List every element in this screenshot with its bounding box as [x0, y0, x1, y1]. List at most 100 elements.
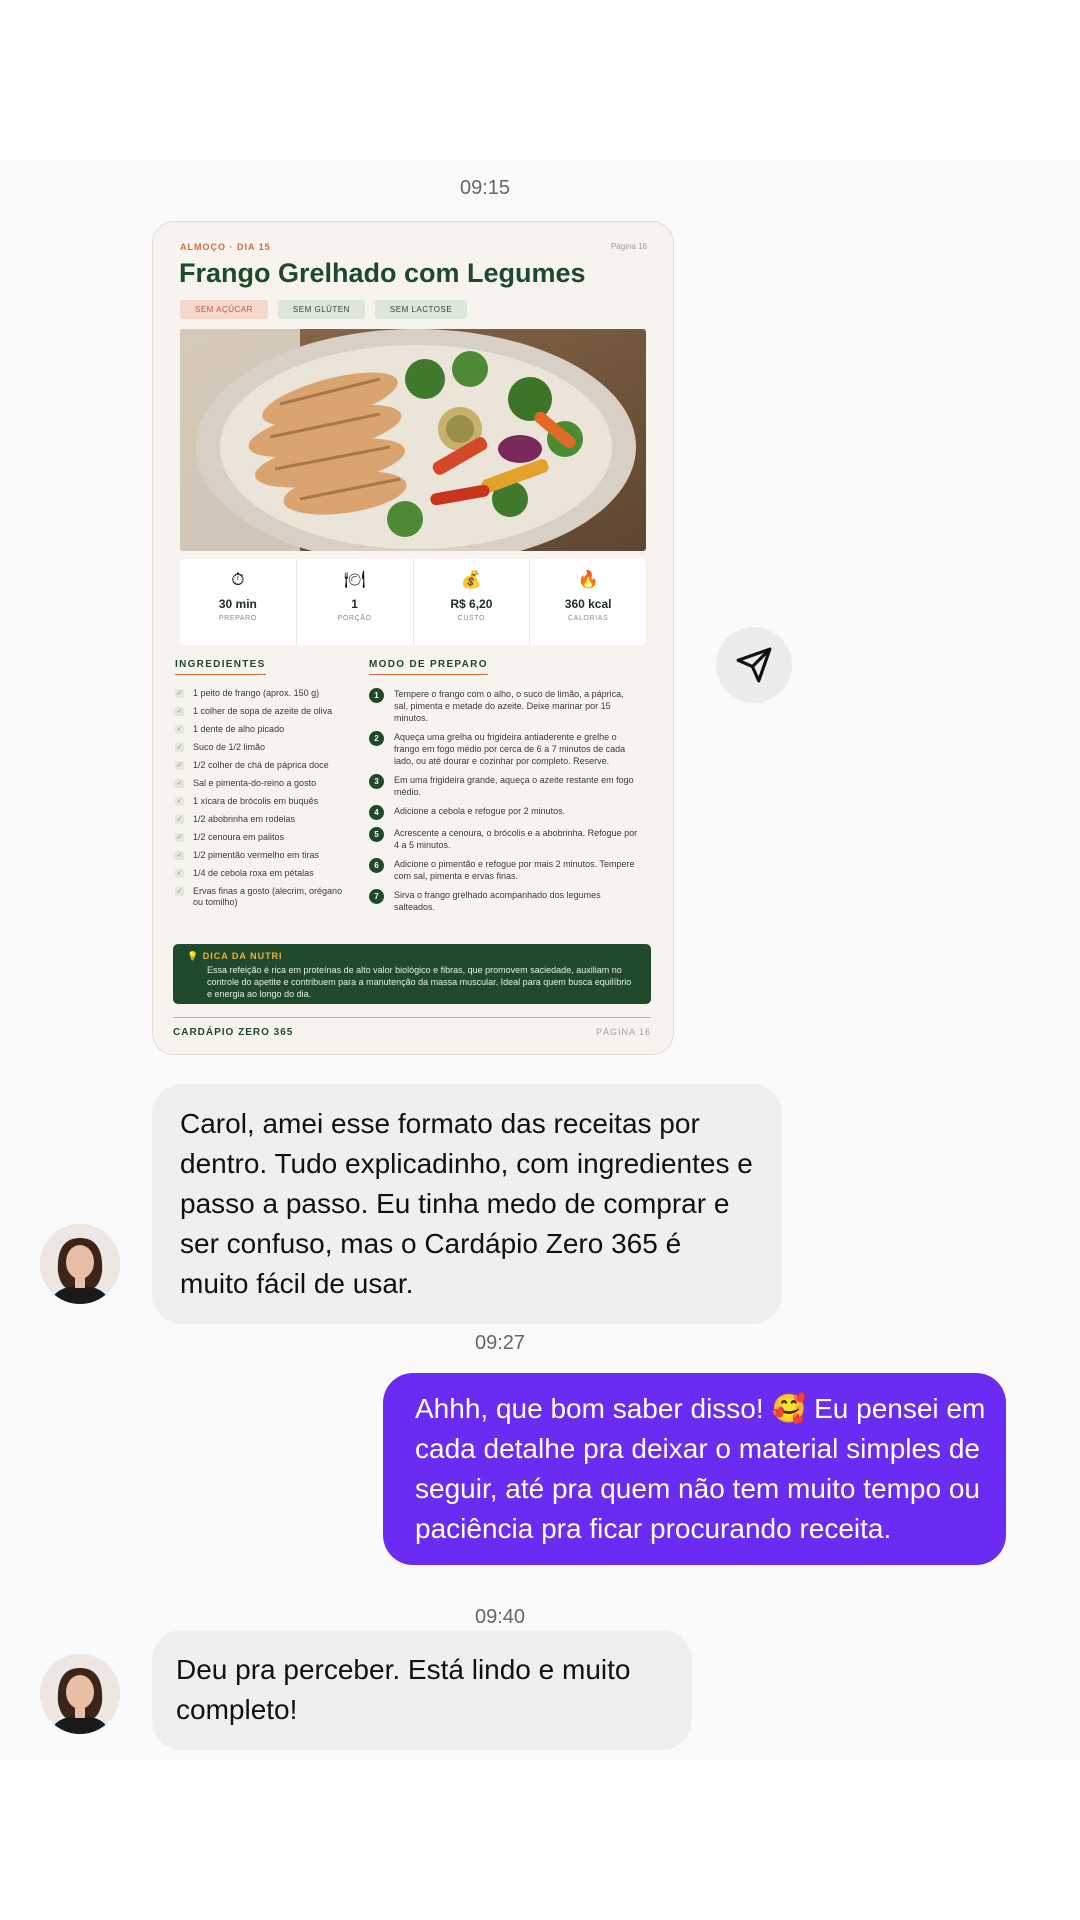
step-number: 5 — [369, 827, 384, 842]
step-text: Adicione o pimentão e refogue por mais 2… — [394, 859, 635, 881]
send-icon — [736, 647, 772, 683]
list-item: ✓ 1/2 pimentão vermelho em tiras — [175, 850, 345, 861]
timestamp: 09:27 — [474, 1332, 526, 1354]
method-heading: MODO DE PREPARO — [369, 659, 488, 675]
stat-label: CALORIAS — [568, 615, 609, 622]
step-number: 1 — [369, 688, 384, 703]
incoming-message[interactable]: Deu pra perceber. Está lindo e muito com… — [152, 1630, 692, 1750]
incoming-message[interactable]: Carol, amei esse formato das receitas po… — [152, 1084, 782, 1324]
check-icon: ✓ — [175, 797, 184, 806]
list-item: ✓ 1 colher de sopa de azeite de oliva — [175, 706, 345, 717]
ingredient-text: Sal e pimenta-do-reino a gosto — [193, 778, 317, 788]
list-item: ✓ Sal e pimenta-do-reino a gosto — [175, 778, 345, 789]
ingredient-text: 1/2 pimentão vermelho em tiras — [193, 850, 320, 860]
ingredient-text: 1 colher de sopa de azeite de oliva — [193, 706, 333, 716]
list-item: ✓ 1 peito de frango (aprox. 150 g) — [175, 688, 345, 699]
step-text: Tempere o frango com o alho, o suco de l… — [394, 689, 624, 723]
footer-divider — [173, 1017, 651, 1018]
stat-value: 30 min — [218, 597, 257, 611]
ingredients-heading: INGREDIENTES — [175, 659, 266, 675]
money-bag-icon: 💰 — [460, 570, 482, 589]
ingredient-text: 1 xícara de brócolis em buquês — [193, 796, 319, 806]
step-text: Em uma frigideira grande, aqueça o azeit… — [394, 775, 634, 797]
ingredient-text: 1/2 abobrinha em rodelas — [193, 814, 296, 824]
check-icon: ✓ — [175, 743, 184, 752]
message-text: Ahhh, que bom saber disso! — [415, 1393, 772, 1424]
stat-value: 360 kcal — [564, 597, 612, 611]
step-text: Adicione a cebola e refogue por 2 minuto… — [394, 806, 566, 816]
food-photo — [180, 329, 646, 551]
ingredient-text: Ervas finas a gosto (alecrim, orégano ou… — [193, 886, 343, 907]
recipe-card-image[interactable]: ALMOÇO · DIA 15 Página 16 Frango Grelhad… — [152, 221, 674, 1055]
step-text: Sirva o frango grelhado acompanhado dos … — [394, 890, 601, 912]
list-item: ✓ Ervas finas a gosto (alecrim, orégano o… — [175, 886, 345, 908]
stat-prep: ⏱ 30 min PREPARO — [180, 559, 297, 645]
tag-sem-gluten: SEM GLÚTEN — [277, 300, 365, 319]
list-item: 5 Acrescente a cenoura, o brócolis e a ab… — [369, 827, 639, 851]
smiling-face-hearts-icon: 🥰 — [771, 1393, 807, 1424]
list-item: 1 Tempere o frango com o alho, o suco de … — [369, 688, 639, 724]
fire-icon: 🔥 — [577, 570, 599, 589]
list-item: ✓ 1/2 cenoura em palitos — [175, 832, 345, 843]
ingredients-list: ✓ 1 peito de frango (aprox. 150 g) ✓ 1 col… — [175, 688, 345, 915]
list-item: 6 Adicione o pimentão e refogue por mais … — [369, 858, 639, 882]
step-number: 4 — [369, 805, 384, 820]
stat-label: CUSTO — [457, 615, 486, 622]
list-item: 7 Sirva o frango grelhado acompanhado dos… — [369, 889, 639, 913]
ingredient-text: 1/2 colher de chá de páprica doce — [193, 760, 329, 770]
share-button[interactable] — [716, 627, 792, 703]
step-number: 7 — [369, 889, 384, 904]
timestamp: 09:40 — [474, 1606, 526, 1628]
ingredient-text: 1/2 cenoura em palitos — [193, 832, 285, 842]
outgoing-message[interactable]: Ahhh, que bom saber disso! 🥰 Eu pensei e… — [383, 1373, 1006, 1565]
avatar[interactable] — [40, 1224, 120, 1304]
tag-sem-lactose: SEM LACTOSE — [374, 300, 468, 319]
list-item: ✓ 1/2 abobrinha em rodelas — [175, 814, 345, 825]
top-status-area — [0, 0, 1080, 160]
card-footer-brand: CARDÁPIO ZERO 365 — [173, 1027, 294, 1038]
step-text: Acrescente a cenoura, o brócolis e a abo… — [394, 828, 638, 850]
list-item: ✓ 1/4 de cebola roxa em pétalas — [175, 868, 345, 879]
card-footer-page: PÁGINA 16 — [595, 1027, 651, 1037]
check-icon: ✓ — [175, 707, 184, 716]
step-number: 6 — [369, 858, 384, 873]
check-icon: ✓ — [175, 887, 184, 896]
stat-value: 1 — [351, 597, 358, 611]
stat-label: PORÇÃO — [337, 615, 372, 622]
step-number: 2 — [369, 731, 384, 746]
check-icon: ✓ — [175, 851, 184, 860]
step-text: Aqueça uma grelha ou frigideira antiader… — [394, 732, 626, 766]
tip-text: Essa refeição é rica em proteínas de alt… — [207, 965, 632, 999]
timestamp: 09:15 — [459, 177, 511, 199]
recipe-stats: ⏱ 30 min PREPARO 🍽 1 PORÇÃO 💰 R$ 6,20 CU… — [180, 559, 646, 645]
list-item: ✓ 1/2 colher de chá de páprica doce — [175, 760, 345, 771]
nutri-tip-box: 💡 DICA DA NUTRI Essa refeição é rica em … — [173, 944, 651, 1004]
diet-tags: SEM AÇÚCAR SEM GLÚTEN SEM LACTOSE — [180, 300, 468, 319]
tag-sem-acucar: SEM AÇÚCAR — [180, 300, 268, 319]
timer-icon: ⏱ — [231, 570, 245, 589]
stat-calories: 🔥 360 kcal CALORIAS — [530, 559, 646, 645]
lightbulb-icon: 💡 — [187, 951, 200, 961]
check-icon: ✓ — [175, 869, 184, 878]
list-item: ✓ 1 xícara de brócolis em buquês — [175, 796, 345, 807]
check-icon: ✓ — [175, 689, 184, 698]
tip-heading: 💡 DICA DA NUTRI — [187, 951, 283, 962]
stat-value: R$ 6,20 — [450, 597, 493, 611]
check-icon: ✓ — [175, 761, 184, 770]
method-steps: 1 Tempere o frango com o alho, o suco de … — [369, 688, 639, 920]
check-icon: ✓ — [175, 779, 184, 788]
step-number: 3 — [369, 774, 384, 789]
ingredient-text: 1 dente de alho picado — [193, 724, 285, 734]
card-meta: ALMOÇO · DIA 15 — [180, 242, 271, 252]
ingredient-text: Suco de 1/2 limão — [193, 742, 266, 752]
list-item: 3 Em uma frigideira grande, aqueça o azei… — [369, 774, 639, 798]
list-item: 2 Aqueça uma grelha ou frigideira antiade… — [369, 731, 639, 767]
avatar[interactable] — [40, 1654, 120, 1734]
stat-portion: 🍽 1 PORÇÃO — [297, 559, 414, 645]
check-icon: ✓ — [175, 833, 184, 842]
list-item: 4 Adicione a cebola e refogue por 2 minut… — [369, 805, 639, 820]
list-item: ✓ 1 dente de alho picado — [175, 724, 345, 735]
card-page-number: Página 16 — [610, 242, 647, 251]
plate-icon: 🍽 — [343, 570, 366, 589]
tip-title: DICA DA NUTRI — [202, 951, 283, 961]
